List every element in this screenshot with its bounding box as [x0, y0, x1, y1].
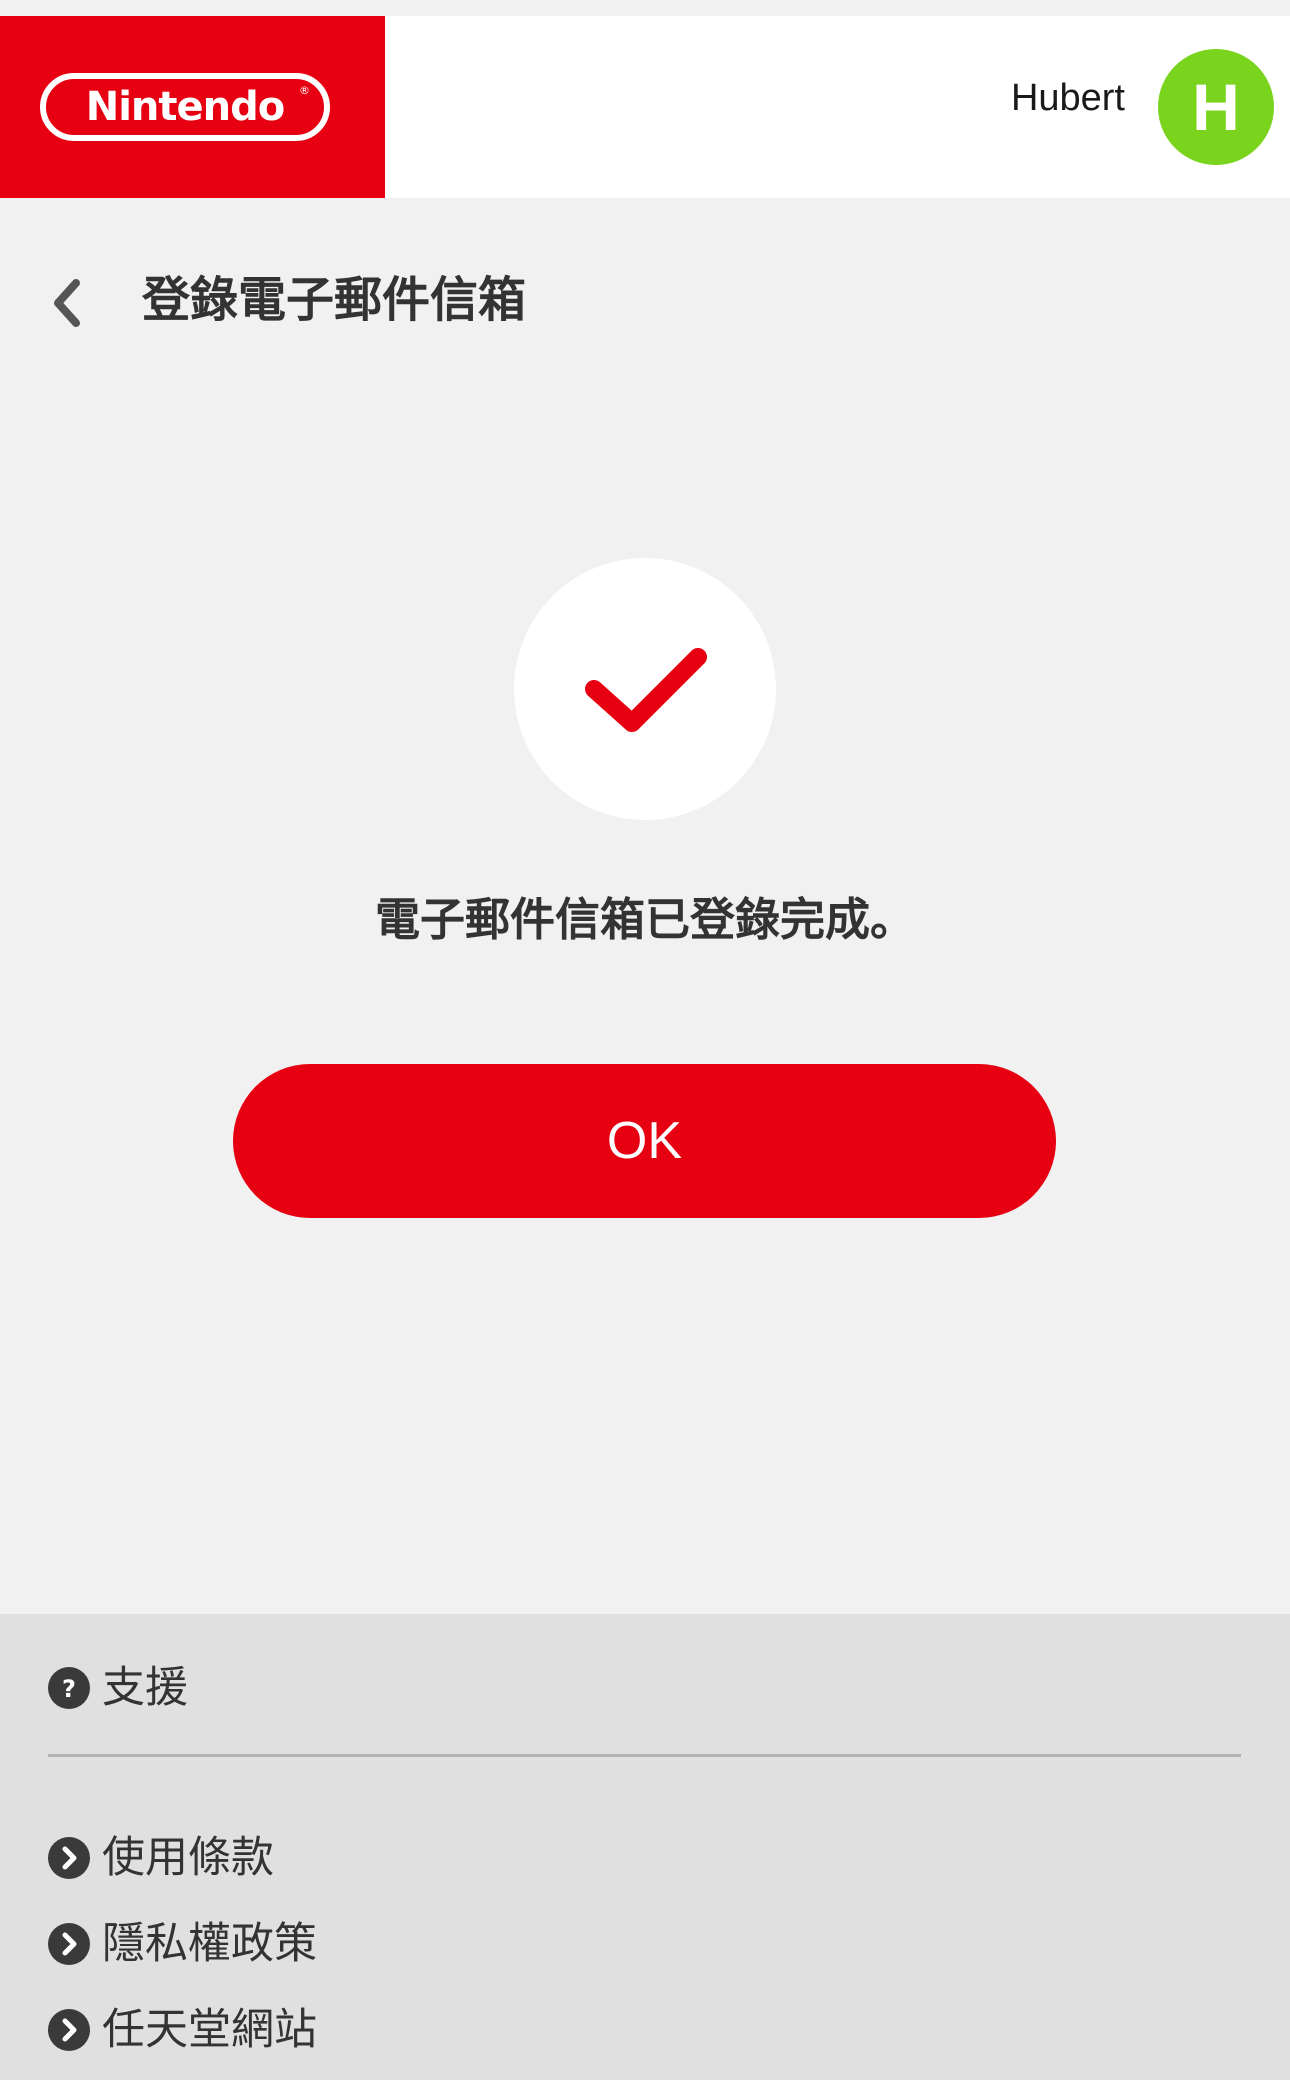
page-header: 登錄電子郵件信箱: [0, 248, 1290, 358]
chevron-right-icon: [48, 1837, 90, 1879]
top-strip: [0, 0, 1290, 16]
back-button[interactable]: [36, 268, 96, 338]
footer-link-terms[interactable]: 使用條款: [48, 1828, 274, 1888]
user-name[interactable]: Hubert: [1011, 79, 1125, 117]
footer-link-privacy[interactable]: 隱私權政策: [48, 1914, 317, 1974]
svg-text:?: ?: [62, 1675, 76, 1703]
footer-divider: [48, 1754, 1241, 1757]
footer-link-label: 隱私權政策: [102, 1918, 317, 1969]
support-link[interactable]: ? 支援: [48, 1658, 188, 1718]
question-icon: ?: [48, 1667, 90, 1709]
success-badge: [514, 558, 776, 820]
success-message: 電子郵件信箱已登錄完成。: [374, 893, 915, 946]
avatar-initial: H: [1192, 70, 1240, 144]
ok-button[interactable]: OK: [233, 1064, 1056, 1218]
nintendo-logo[interactable]: Nintendo ®: [0, 16, 385, 198]
chevron-right-icon: [48, 2009, 90, 2051]
registered-mark: ®: [299, 84, 310, 97]
chevron-right-icon: [48, 1923, 90, 1965]
ok-button-label: OK: [606, 1112, 683, 1170]
page-title: 登錄電子郵件信箱: [142, 272, 527, 328]
chevron-left-icon: [54, 279, 80, 327]
site-header: Nintendo ® Hubert H: [0, 16, 1290, 198]
footer-link-nintendo-site[interactable]: 任天堂網站: [48, 2000, 317, 2060]
footer-link-label: 使用條款: [102, 1832, 274, 1883]
logo-pill: Nintendo ®: [40, 73, 330, 141]
support-label: 支援: [102, 1662, 188, 1713]
checkmark-icon: [585, 648, 707, 732]
logo-text: Nintendo: [85, 84, 286, 130]
footer-link-label: 任天堂網站: [102, 2004, 317, 2055]
avatar[interactable]: H: [1158, 49, 1274, 165]
footer: ? 支援 使用條款 隱私權政策 任天堂網站: [0, 1614, 1290, 2080]
